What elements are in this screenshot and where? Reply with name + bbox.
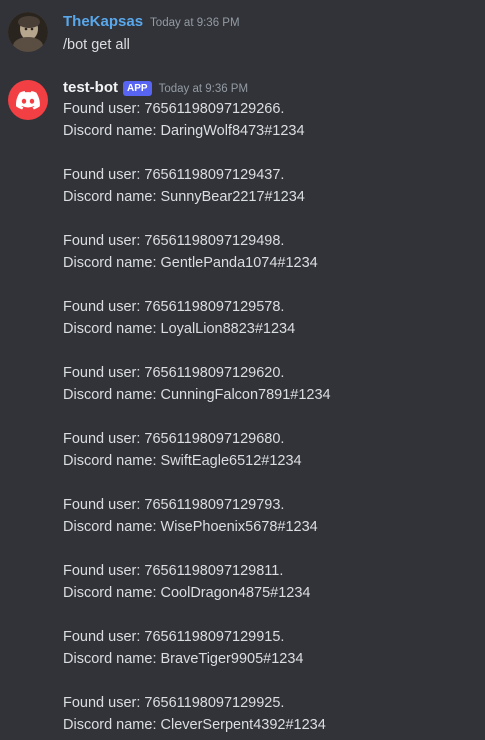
discord-name-line: Discord name: CleverSerpent4392#1234 [63,717,326,733]
message-text: /bot get all [63,37,130,53]
user-entry: Found user: 76561198097129811. Discord n… [63,560,331,604]
found-user-line: Found user: 76561198097129620. [63,365,285,381]
timestamp: Today at 9:36 PM [158,83,249,95]
message-content: Found user: 76561198097129266. Discord n… [63,98,331,736]
found-user-line: Found user: 76561198097129578. [63,299,285,315]
user-entry: Found user: 76561198097129620. Discord n… [63,362,331,406]
discord-name-line: Discord name: LoyalLion8823#1234 [63,321,296,337]
found-user-line: Found user: 76561198097129915. [63,629,285,645]
user-avatar[interactable] [8,12,48,52]
timestamp: Today at 9:36 PM [150,17,240,29]
discord-name-line: Discord name: WisePhoenix5678#1234 [63,519,318,535]
found-user-line: Found user: 76561198097129793. [63,497,285,513]
found-user-line: Found user: 76561198097129498. [63,233,285,249]
user-entry: Found user: 76561198097129793. Discord n… [63,494,331,538]
found-user-line: Found user: 76561198097129925. [63,695,285,711]
message-content: /bot get all [63,34,130,56]
discord-name-line: Discord name: SwiftEagle6512#1234 [63,453,302,469]
message-user: TheKapsas Today at 9:36 PM /bot get all [0,0,485,60]
user-entry: Found user: 76561198097129578. Discord n… [63,296,331,340]
found-user-line: Found user: 76561198097129266. [63,101,285,117]
found-user-line: Found user: 76561198097129680. [63,431,285,447]
discord-name-line: Discord name: GentlePanda1074#1234 [63,255,318,271]
app-badge: APP [123,81,152,96]
user-entry: Found user: 76561198097129925. Discord n… [63,692,331,736]
discord-name-line: Discord name: CoolDragon4875#1234 [63,585,311,601]
username[interactable]: TheKapsas [63,11,143,33]
discord-name-line: Discord name: SunnyBear2217#1234 [63,189,305,205]
user-entry: Found user: 76561198097129680. Discord n… [63,428,331,472]
bot-avatar[interactable] [8,80,48,120]
message-header: test-bot APP Today at 9:36 PM [63,77,248,99]
message-header: TheKapsas Today at 9:36 PM [63,11,240,33]
user-avatar-image [8,12,48,52]
message-bot: test-bot APP Today at 9:36 PM Found user… [0,76,485,740]
user-entry: Found user: 76561198097129498. Discord n… [63,230,331,274]
found-user-line: Found user: 76561198097129811. [63,563,284,579]
user-entry: Found user: 76561198097129915. Discord n… [63,626,331,670]
found-user-line: Found user: 76561198097129437. [63,167,285,183]
discord-name-line: Discord name: CunningFalcon7891#1234 [63,387,331,403]
user-entry: Found user: 76561198097129266. Discord n… [63,98,331,142]
user-entry: Found user: 76561198097129437. Discord n… [63,164,331,208]
discord-name-line: Discord name: DaringWolf8473#1234 [63,123,305,139]
discord-name-line: Discord name: BraveTiger9905#1234 [63,651,304,667]
username[interactable]: test-bot [63,77,118,99]
discord-logo-icon [16,90,40,109]
